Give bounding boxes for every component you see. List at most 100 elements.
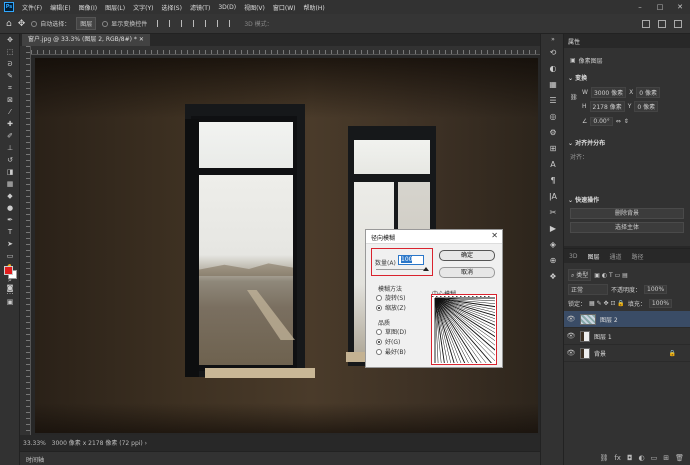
adjustments-icon[interactable]: ◎: [541, 108, 565, 124]
search-icon[interactable]: [642, 19, 650, 28]
color-icon[interactable]: ◐: [541, 60, 565, 76]
properties-tab[interactable]: 属性: [564, 34, 690, 48]
close-icon[interactable]: ✕: [670, 0, 690, 14]
quality-best-radio[interactable]: 最好(B): [376, 347, 406, 356]
dialog-close-icon[interactable]: ✕: [491, 231, 498, 240]
menu-filter[interactable]: 滤镜(T): [186, 3, 214, 12]
new-layer-icon[interactable]: ⊞: [663, 454, 669, 462]
filter-icons[interactable]: ▣ ◐ T ▭ ▤: [594, 272, 628, 279]
move-tool-icon[interactable]: ✥: [18, 19, 26, 29]
align-middle-icon[interactable]: [205, 20, 212, 27]
glyphs-icon[interactable]: ǀA: [541, 188, 565, 204]
auto-select-checkbox[interactable]: 自动选择：: [31, 19, 70, 28]
delete-layer-icon[interactable]: 🗑: [675, 454, 684, 462]
x-field[interactable]: 0 像素: [636, 87, 660, 98]
paragraph-icon[interactable]: ¶: [541, 172, 565, 188]
menu-view[interactable]: 视图(V): [240, 3, 269, 12]
quick-mask-icon[interactable]: ◙: [0, 282, 20, 294]
character-icon[interactable]: A: [541, 156, 565, 172]
amount-slider-handle[interactable]: [423, 267, 429, 271]
select-subject-button[interactable]: 选择主体: [570, 222, 684, 233]
remove-background-button[interactable]: 删除背景: [570, 208, 684, 219]
blend-mode-dropdown[interactable]: 正常: [568, 284, 608, 295]
clone-source-icon[interactable]: ⊞: [541, 140, 565, 156]
ok-button[interactable]: 确定: [439, 250, 495, 261]
amount-slider[interactable]: [376, 269, 426, 270]
method-spin-radio[interactable]: 旋转(S): [376, 293, 406, 302]
close-tab-icon[interactable]: ✕: [139, 36, 144, 43]
marquee-tool-icon[interactable]: ⬚: [0, 46, 20, 58]
fill-field[interactable]: 100%: [648, 299, 673, 308]
layer-kind-filter[interactable]: ⌕ 类型: [568, 269, 592, 281]
eyedropper-tool-icon[interactable]: ⁄: [0, 106, 20, 118]
collapse-panels-icon[interactable]: »: [541, 34, 565, 44]
tab-3d[interactable]: 3D: [564, 253, 582, 260]
brush-settings-icon[interactable]: ⚙: [541, 124, 565, 140]
show-transform-checkbox[interactable]: 显示变换控件: [102, 19, 147, 28]
menu-file[interactable]: 文件(F): [18, 3, 46, 12]
blur-tool-icon[interactable]: ◆: [0, 190, 20, 202]
workspace-icon[interactable]: [658, 19, 666, 28]
history-brush-icon[interactable]: ↺: [0, 154, 20, 166]
maximize-icon[interactable]: □: [650, 0, 670, 14]
quality-draft-radio[interactable]: 草图(D): [376, 327, 406, 336]
menu-window[interactable]: 窗口(W): [269, 3, 300, 12]
path-select-icon[interactable]: ➤: [0, 238, 20, 250]
link-icon[interactable]: ⛓: [570, 94, 578, 101]
healing-brush-icon[interactable]: ✚: [0, 118, 20, 130]
menu-select[interactable]: 选择(S): [157, 3, 186, 12]
screen-mode-icon[interactable]: ▣: [0, 296, 20, 308]
visibility-eye-icon[interactable]: 👁: [564, 315, 578, 323]
lasso-tool-icon[interactable]: ᘐ: [0, 58, 20, 70]
add-mask-icon[interactable]: ◘: [627, 454, 633, 462]
visibility-eye-icon[interactable]: 👁: [564, 332, 578, 340]
link-layers-icon[interactable]: ⛓: [599, 454, 608, 462]
tab-layers[interactable]: 图层: [582, 252, 604, 261]
brush-tool-icon[interactable]: ✐: [0, 130, 20, 142]
menu-layer[interactable]: 图层(L): [101, 3, 129, 12]
type-tool-icon[interactable]: T: [0, 226, 20, 238]
layer-row-background[interactable]: 👁 背景 🔒: [564, 345, 690, 362]
crop-tool-icon[interactable]: ⌗: [0, 82, 20, 94]
height-field[interactable]: 2178 像素: [589, 101, 625, 112]
move-tool-icon[interactable]: ✥: [0, 34, 20, 46]
layer-row-layer-1[interactable]: 👁 图层 1: [564, 328, 690, 345]
share-icon[interactable]: [674, 19, 682, 28]
gradient-tool-icon[interactable]: ▦: [0, 178, 20, 190]
photoshop-logo-icon[interactable]: Ps: [0, 0, 18, 14]
align-top-icon[interactable]: [193, 20, 200, 27]
menu-image[interactable]: 图像(I): [75, 3, 101, 12]
angle-field[interactable]: 0.00°: [590, 117, 613, 126]
cancel-button[interactable]: 取消: [439, 267, 495, 278]
quick-select-tool-icon[interactable]: ✎: [0, 70, 20, 82]
transform-section[interactable]: ⌄ 变换: [568, 73, 587, 82]
quality-good-radio[interactable]: 好(G): [376, 337, 400, 346]
shape-tool-icon[interactable]: ▭: [0, 250, 20, 262]
libraries-icon[interactable]: ☰: [541, 92, 565, 108]
dodge-tool-icon[interactable]: ●: [0, 202, 20, 214]
adjustment-layer-icon[interactable]: ◐: [639, 454, 645, 462]
group-icon[interactable]: ▭: [651, 454, 658, 462]
align-bottom-icon[interactable]: [217, 20, 224, 27]
tool-presets-icon[interactable]: ✂: [541, 204, 565, 220]
zoom-level[interactable]: 33.33%: [23, 440, 46, 447]
width-field[interactable]: 3000 像素: [590, 87, 627, 98]
flip-vertical-icon[interactable]: ⇕: [624, 118, 629, 125]
paths-icon[interactable]: ⊕: [541, 252, 565, 268]
align-section[interactable]: ⌄ 对齐并分布: [568, 138, 605, 147]
minimize-icon[interactable]: –: [630, 0, 650, 14]
lock-icons[interactable]: ▦ ✎ ✥ ⊡ 🔒: [589, 300, 625, 307]
pen-tool-icon[interactable]: ✒: [0, 214, 20, 226]
align-right-icon[interactable]: [181, 20, 188, 27]
clone-stamp-icon[interactable]: ⊥: [0, 142, 20, 154]
menu-help[interactable]: 帮助(H): [300, 3, 329, 12]
opacity-field[interactable]: 100%: [644, 285, 668, 294]
eraser-tool-icon[interactable]: ◨: [0, 166, 20, 178]
vertical-ruler[interactable]: [20, 46, 31, 435]
auto-select-target-dropdown[interactable]: 图层: [76, 17, 97, 30]
quick-actions-section[interactable]: ⌄ 快速操作: [568, 195, 599, 204]
menu-3d[interactable]: 3D(D): [214, 4, 240, 11]
swatches-icon[interactable]: ▦: [541, 76, 565, 92]
history-icon[interactable]: ⟲: [541, 44, 565, 60]
timeline-bar[interactable]: 时间轴: [20, 451, 540, 465]
